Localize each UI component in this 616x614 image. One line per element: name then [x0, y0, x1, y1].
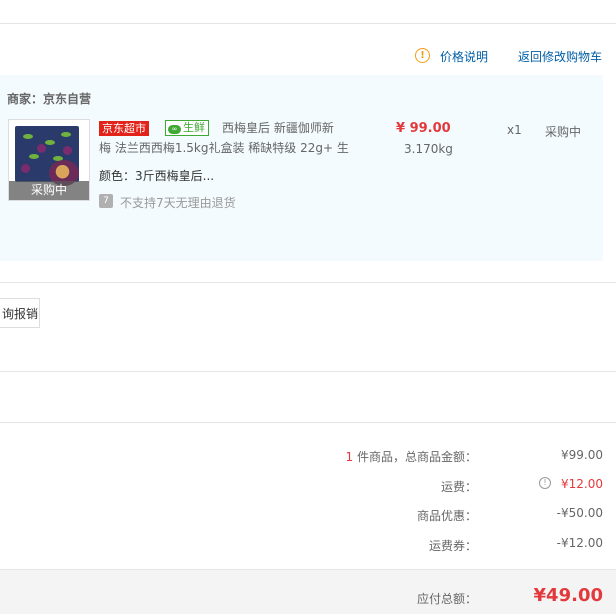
fresh-mark-icon: ∞	[168, 125, 181, 134]
section-divider-2	[0, 371, 616, 372]
stock-status: 采购中	[545, 125, 582, 139]
back-to-cart-link[interactable]: 返回修改购物车	[518, 48, 602, 65]
total-value: ¥49.00	[533, 585, 603, 606]
no-return-icon: 7	[99, 194, 113, 208]
product-thumbnail[interactable]: 采购中	[8, 119, 90, 201]
discount-value: -¥50.00	[556, 506, 603, 520]
section-divider-3	[0, 422, 616, 423]
price-help-link[interactable]: 价格说明	[440, 48, 488, 65]
total-label: 应付总额：	[416, 592, 477, 606]
fresh-tag: ∞ 生鲜	[165, 120, 209, 136]
info-icon[interactable]: !	[415, 48, 430, 63]
product-color-spec: 颜色：3斤西梅皇后...	[99, 169, 215, 183]
product-quantity: x1	[507, 123, 522, 137]
discount-label: 商品优惠：	[416, 509, 477, 523]
thumb-status-overlay: 采购中	[9, 181, 89, 200]
shipping-info-icon[interactable]: !	[539, 477, 551, 489]
top-divider	[0, 23, 616, 24]
seller-label: 商家：京东自营	[7, 92, 92, 106]
shipping-label: 运费：	[440, 480, 477, 494]
shipping-coupon-label: 运费券：	[428, 539, 477, 553]
section-divider-1	[0, 282, 616, 283]
product-title-line2[interactable]: 梅 法兰西西梅1.5kg礼盒装 稀缺特级 22g+ 生	[99, 140, 349, 156]
total-bar	[0, 569, 616, 614]
product-price: ¥ 99.00	[396, 121, 451, 136]
goods-total-value: ¥99.00	[561, 448, 603, 462]
product-weight: 3.170kg	[404, 142, 453, 156]
return-policy-text: 不支持7天无理由退货	[120, 196, 236, 210]
product-title-line1[interactable]: 西梅皇后 新疆伽师新	[222, 120, 334, 136]
invoice-button[interactable]: 询报销	[0, 298, 40, 328]
goods-total-label: 1 件商品，总商品金额：	[345, 450, 477, 464]
jd-supermarket-tag: 京东超市	[99, 121, 149, 136]
shipping-value: ¥12.00	[561, 477, 603, 491]
shipping-coupon-value: -¥12.00	[556, 536, 603, 550]
